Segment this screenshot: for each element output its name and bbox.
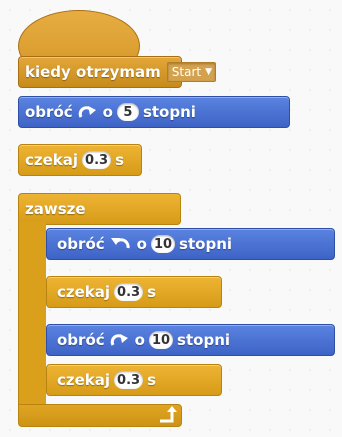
turn-connector: o [136,235,147,253]
wait-label: czekaj [57,371,111,389]
wait-seconds-input[interactable]: 0.3 [82,151,112,169]
when-i-receive-label: kiedy otrzymam [25,63,161,81]
wait-block[interactable]: czekaj 0.3 s [18,144,142,176]
turn-unit-label: stopni [179,235,233,253]
wait-block[interactable]: czekaj 0.3 s [46,364,222,396]
wait-seconds-input[interactable]: 0.3 [114,283,144,301]
turn-label: obróć [57,331,105,349]
turn-connector: o [102,103,113,121]
turn-clockwise-block[interactable]: obróć o 5 stopni [18,96,290,128]
turn-connector: o [134,331,145,349]
dropdown-arrow-icon: ▼ [205,67,213,77]
turn-counter-clockwise-block[interactable]: obróć o 10 stopni [46,228,335,260]
forever-label: zawsze [25,200,86,218]
rotate-clockwise-icon [110,333,130,347]
wait-label: czekaj [25,151,79,169]
wait-block[interactable]: czekaj 0.3 s [46,276,222,308]
wait-unit-label: s [147,283,157,301]
forever-arm[interactable]: zawsze [18,193,181,225]
turn-degrees-input[interactable]: 10 [150,235,176,253]
turn-degrees-input[interactable]: 10 [148,331,174,349]
when-i-receive-block[interactable]: kiedy otrzymam Start ▼ [18,56,217,88]
turn-label: obróć [57,235,105,253]
wait-unit-label: s [115,151,125,169]
rotate-counter-clockwise-icon [110,236,132,252]
turn-clockwise-block[interactable]: obróć o 10 stopni [46,324,335,356]
turn-unit-label: stopni [142,103,196,121]
forever-side [18,222,46,408]
wait-unit-label: s [147,371,157,389]
turn-unit-label: stopni [177,331,231,349]
turn-degrees-input[interactable]: 5 [116,103,139,121]
rotate-clockwise-icon [78,105,98,119]
message-dropdown[interactable]: Start ▼ [166,62,217,82]
wait-seconds-input[interactable]: 0.3 [114,371,144,389]
loop-arrow-icon [158,406,178,428]
turn-label: obróć [25,103,73,121]
wait-label: czekaj [57,283,111,301]
message-dropdown-value: Start [171,65,202,79]
